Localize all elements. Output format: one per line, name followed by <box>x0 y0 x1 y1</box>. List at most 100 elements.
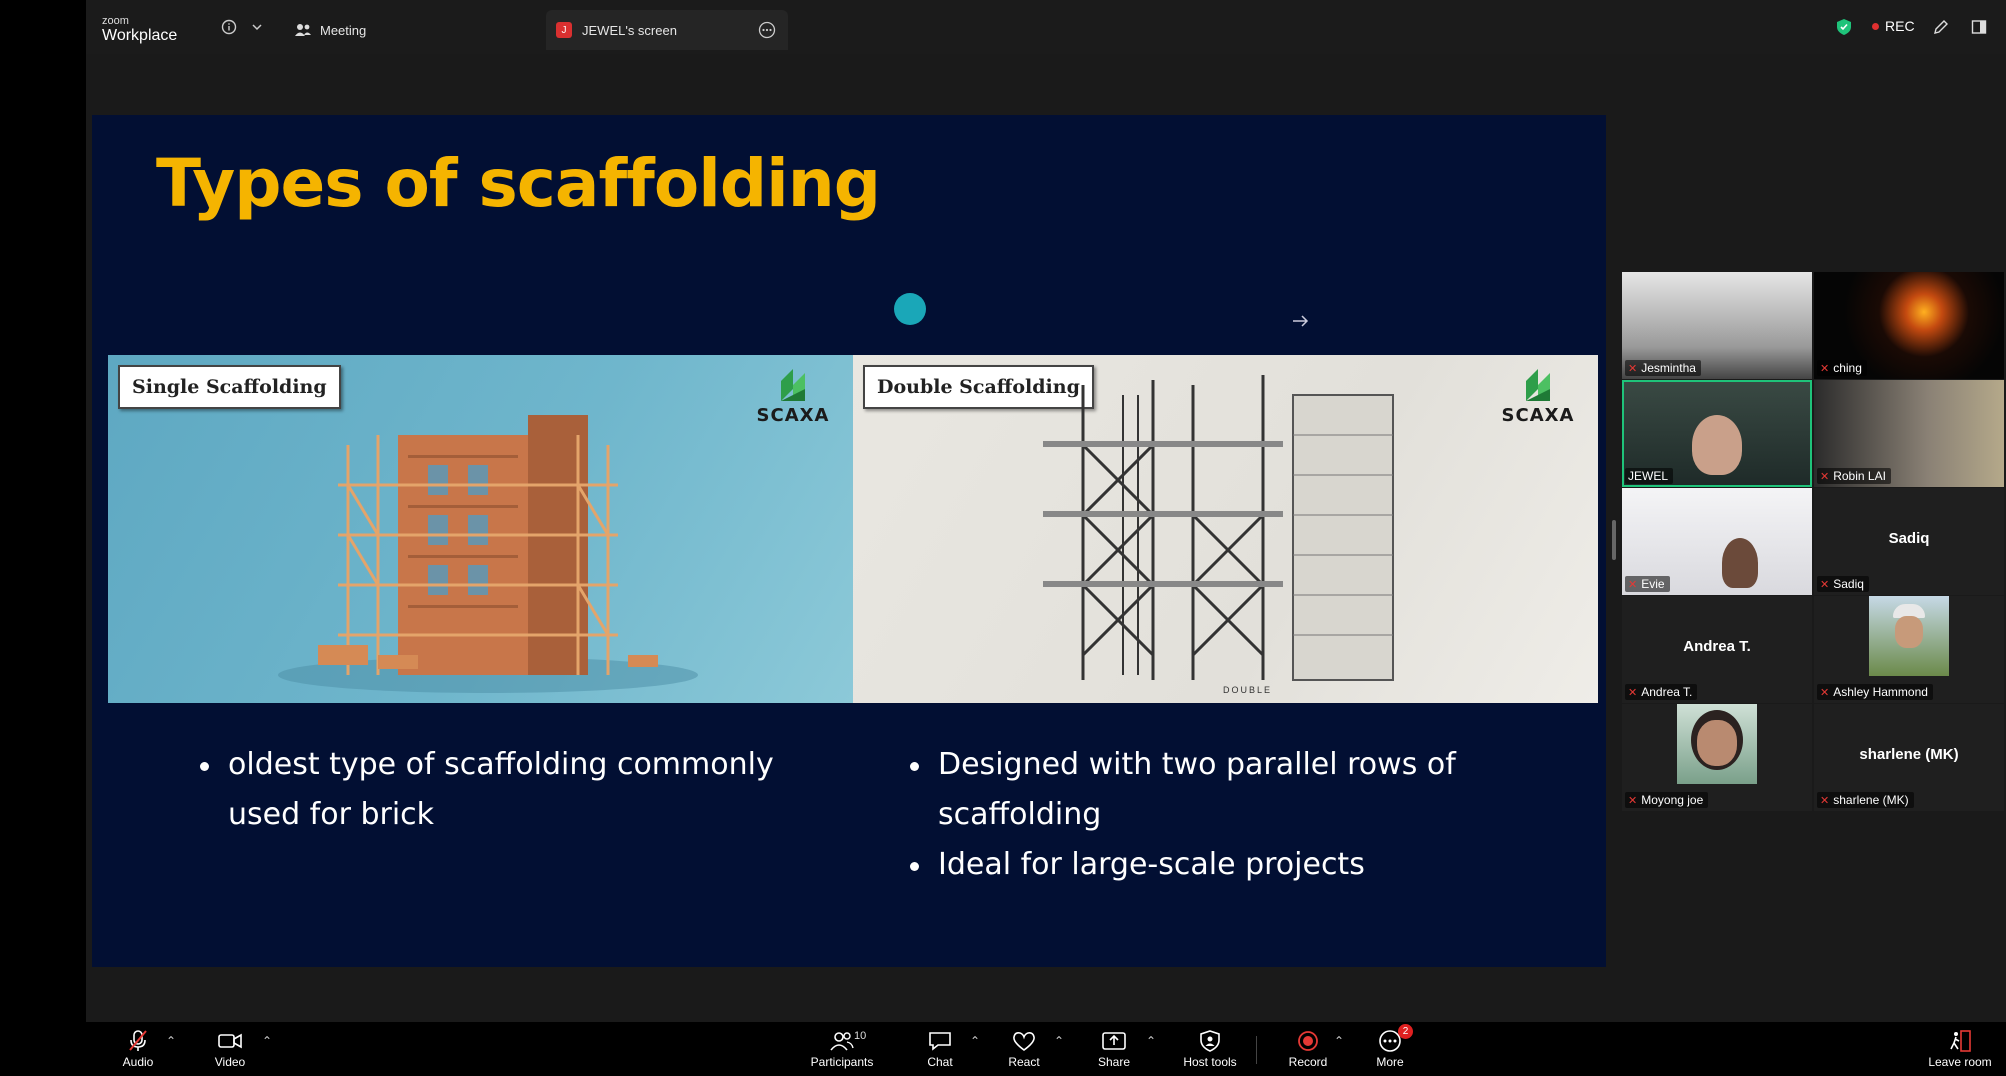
annotate-pen-icon[interactable] <box>1930 16 1952 38</box>
participant-name-tag: ✕ Evie <box>1625 576 1670 592</box>
muted-mic-icon: ✕ <box>1820 362 1830 375</box>
participant-tile[interactable]: ✕ Moyong joe <box>1622 704 1812 811</box>
single-scaffolding-image: Single Scaffolding SCAXA <box>108 355 853 703</box>
top-bar: zoom Workplace Meeting J JEWEL's screen … <box>86 0 2006 54</box>
leave-room-button[interactable]: Leave room <box>1920 1028 2000 1069</box>
participant-name-tag: ✕ Andrea T. <box>1625 684 1698 700</box>
camera-icon <box>218 1033 242 1049</box>
participants-label: Participants <box>810 1055 874 1069</box>
participant-display-name: Andrea T. <box>1683 638 1751 655</box>
heart-icon <box>1013 1032 1035 1051</box>
participant-tile[interactable]: ✕ Ashley Hammond <box>1814 596 2004 703</box>
muted-mic-icon: ✕ <box>1820 470 1830 483</box>
react-button[interactable]: React <box>986 1028 1062 1069</box>
audio-label: Audio <box>122 1055 154 1069</box>
participant-name-tag: ✕ sharlene (MK) <box>1817 792 1914 808</box>
audio-options-caret-icon[interactable]: ⌃ <box>166 1034 176 1048</box>
participant-tile[interactable]: sharlene (MK) ✕ sharlene (MK) <box>1814 704 2004 811</box>
participant-avatar <box>1677 704 1757 784</box>
people-icon <box>295 24 311 36</box>
brand-small: zoom <box>102 15 129 27</box>
muted-mic-icon: ✕ <box>1628 794 1638 807</box>
chat-icon <box>929 1032 951 1051</box>
more-options-icon[interactable] <box>758 21 776 42</box>
recording-indicator[interactable]: REC <box>1872 18 1915 34</box>
participant-tile[interactable]: ✕ Robin LAI <box>1814 380 2004 487</box>
tab-meeting[interactable]: Meeting <box>294 10 366 50</box>
participants-count: 10 <box>854 1030 867 1042</box>
participant-tile[interactable]: ✕ ching <box>1814 272 2004 379</box>
participant-avatar <box>1869 596 1949 676</box>
muted-mic-icon: ✕ <box>1628 578 1638 591</box>
record-options-caret-icon[interactable]: ⌃ <box>1334 1034 1344 1048</box>
chat-options-caret-icon[interactable]: ⌃ <box>970 1034 980 1048</box>
participant-tile[interactable]: ✕ Jesmintha <box>1622 272 1812 379</box>
laser-pointer-dot <box>894 293 926 325</box>
participant-tile[interactable]: Andrea T. ✕ Andrea T. <box>1622 596 1812 703</box>
bullet-item: Ideal for large-scale projects <box>910 840 1550 890</box>
share-screen-icon <box>1102 1032 1126 1050</box>
bullet-item: Designed with two parallel rows of scaff… <box>910 740 1550 840</box>
participants-button[interactable]: Participants 10 <box>792 1028 892 1069</box>
view-layout-icon[interactable] <box>1968 16 1990 38</box>
security-shield-icon[interactable] <box>1833 16 1855 38</box>
scaffolding-banner: Single Scaffolding SCAXA Double Scaffold… <box>108 355 1598 703</box>
share-options-caret-icon[interactable]: ⌃ <box>1146 1034 1156 1048</box>
video-button[interactable]: Video <box>192 1028 268 1069</box>
brand-big: Workplace <box>102 27 178 44</box>
double-scaffolding-illustration <box>1043 375 1394 681</box>
leave-room-label: Leave room <box>1928 1055 1992 1069</box>
notification-badge: 2 <box>1398 1024 1413 1039</box>
audio-button[interactable]: Audio <box>100 1028 176 1069</box>
participant-tile[interactable]: ✕ Evie <box>1622 488 1812 595</box>
chat-button[interactable]: Chat <box>902 1028 978 1069</box>
participant-display-name: Sadiq <box>1888 530 1930 547</box>
more-label: More <box>1376 1055 1404 1069</box>
muted-mic-icon: ✕ <box>1628 686 1638 699</box>
brick-building-illustration <box>278 415 698 693</box>
muted-mic-icon: ✕ <box>1820 686 1830 699</box>
shared-screen[interactable]: Types of scaffolding Single Scaffolding … <box>92 115 1606 967</box>
participant-name-tag: ✕ Moyong joe <box>1625 792 1709 808</box>
participant-tile-active-speaker[interactable]: JEWEL <box>1622 380 1812 487</box>
participant-name-tag: ✕ Sadiq <box>1817 576 1869 592</box>
left-bullet-list: oldest type of scaffolding commonly used… <box>200 740 800 840</box>
host-tools-button[interactable]: Host tools <box>1165 1028 1255 1069</box>
participant-name-tag: ✕ Ashley Hammond <box>1817 684 1933 700</box>
muted-mic-icon: ✕ <box>1820 794 1830 807</box>
tab-shared-screen[interactable]: J JEWEL's screen <box>546 10 788 50</box>
participant-face <box>1692 415 1742 475</box>
recording-dot <box>1872 22 1879 30</box>
muted-mic-icon: ✕ <box>1820 578 1830 591</box>
chevron-down-icon[interactable] <box>246 16 268 38</box>
participant-face <box>1722 538 1758 588</box>
sharer-badge: J <box>556 22 572 38</box>
participant-name-tag: JEWEL <box>1625 468 1674 484</box>
chat-label: Chat <box>927 1055 953 1069</box>
toolbar-divider <box>1256 1036 1257 1064</box>
share-button[interactable]: Share <box>1076 1028 1152 1069</box>
rec-label: REC <box>1885 18 1915 34</box>
double-scaffolding-image: Double Scaffolding SCAXA DOUBLE <box>853 355 1598 703</box>
host-shield-icon <box>1200 1030 1220 1052</box>
participant-tile[interactable]: Sadiq ✕ Sadiq <box>1814 488 2004 595</box>
arrow-right-icon <box>1292 311 1310 334</box>
tab-meeting-label: Meeting <box>320 22 367 38</box>
leave-door-icon <box>1950 1030 1971 1052</box>
video-label: Video <box>214 1055 246 1069</box>
participant-name-tag: ✕ Jesmintha <box>1625 360 1701 376</box>
record-label: Record <box>1288 1055 1328 1069</box>
right-bullet-list: Designed with two parallel rows of scaff… <box>910 740 1550 890</box>
info-icon[interactable] <box>218 16 240 38</box>
video-options-caret-icon[interactable]: ⌃ <box>262 1034 272 1048</box>
react-options-caret-icon[interactable]: ⌃ <box>1054 1034 1064 1048</box>
mic-muted-icon <box>129 1030 147 1051</box>
record-icon <box>1298 1031 1318 1051</box>
participants-icon <box>830 1032 854 1051</box>
share-label: Share <box>1097 1055 1131 1069</box>
panel-resize-handle[interactable] <box>1612 520 1616 560</box>
more-button[interactable]: More 2 <box>1352 1024 1428 1069</box>
meeting-toolbar: Audio ⌃ Video ⌃ Participants 10 Chat ⌃ R… <box>86 1022 2006 1076</box>
slide-title: Types of scaffolding <box>156 145 881 222</box>
react-label: React <box>1008 1055 1040 1069</box>
